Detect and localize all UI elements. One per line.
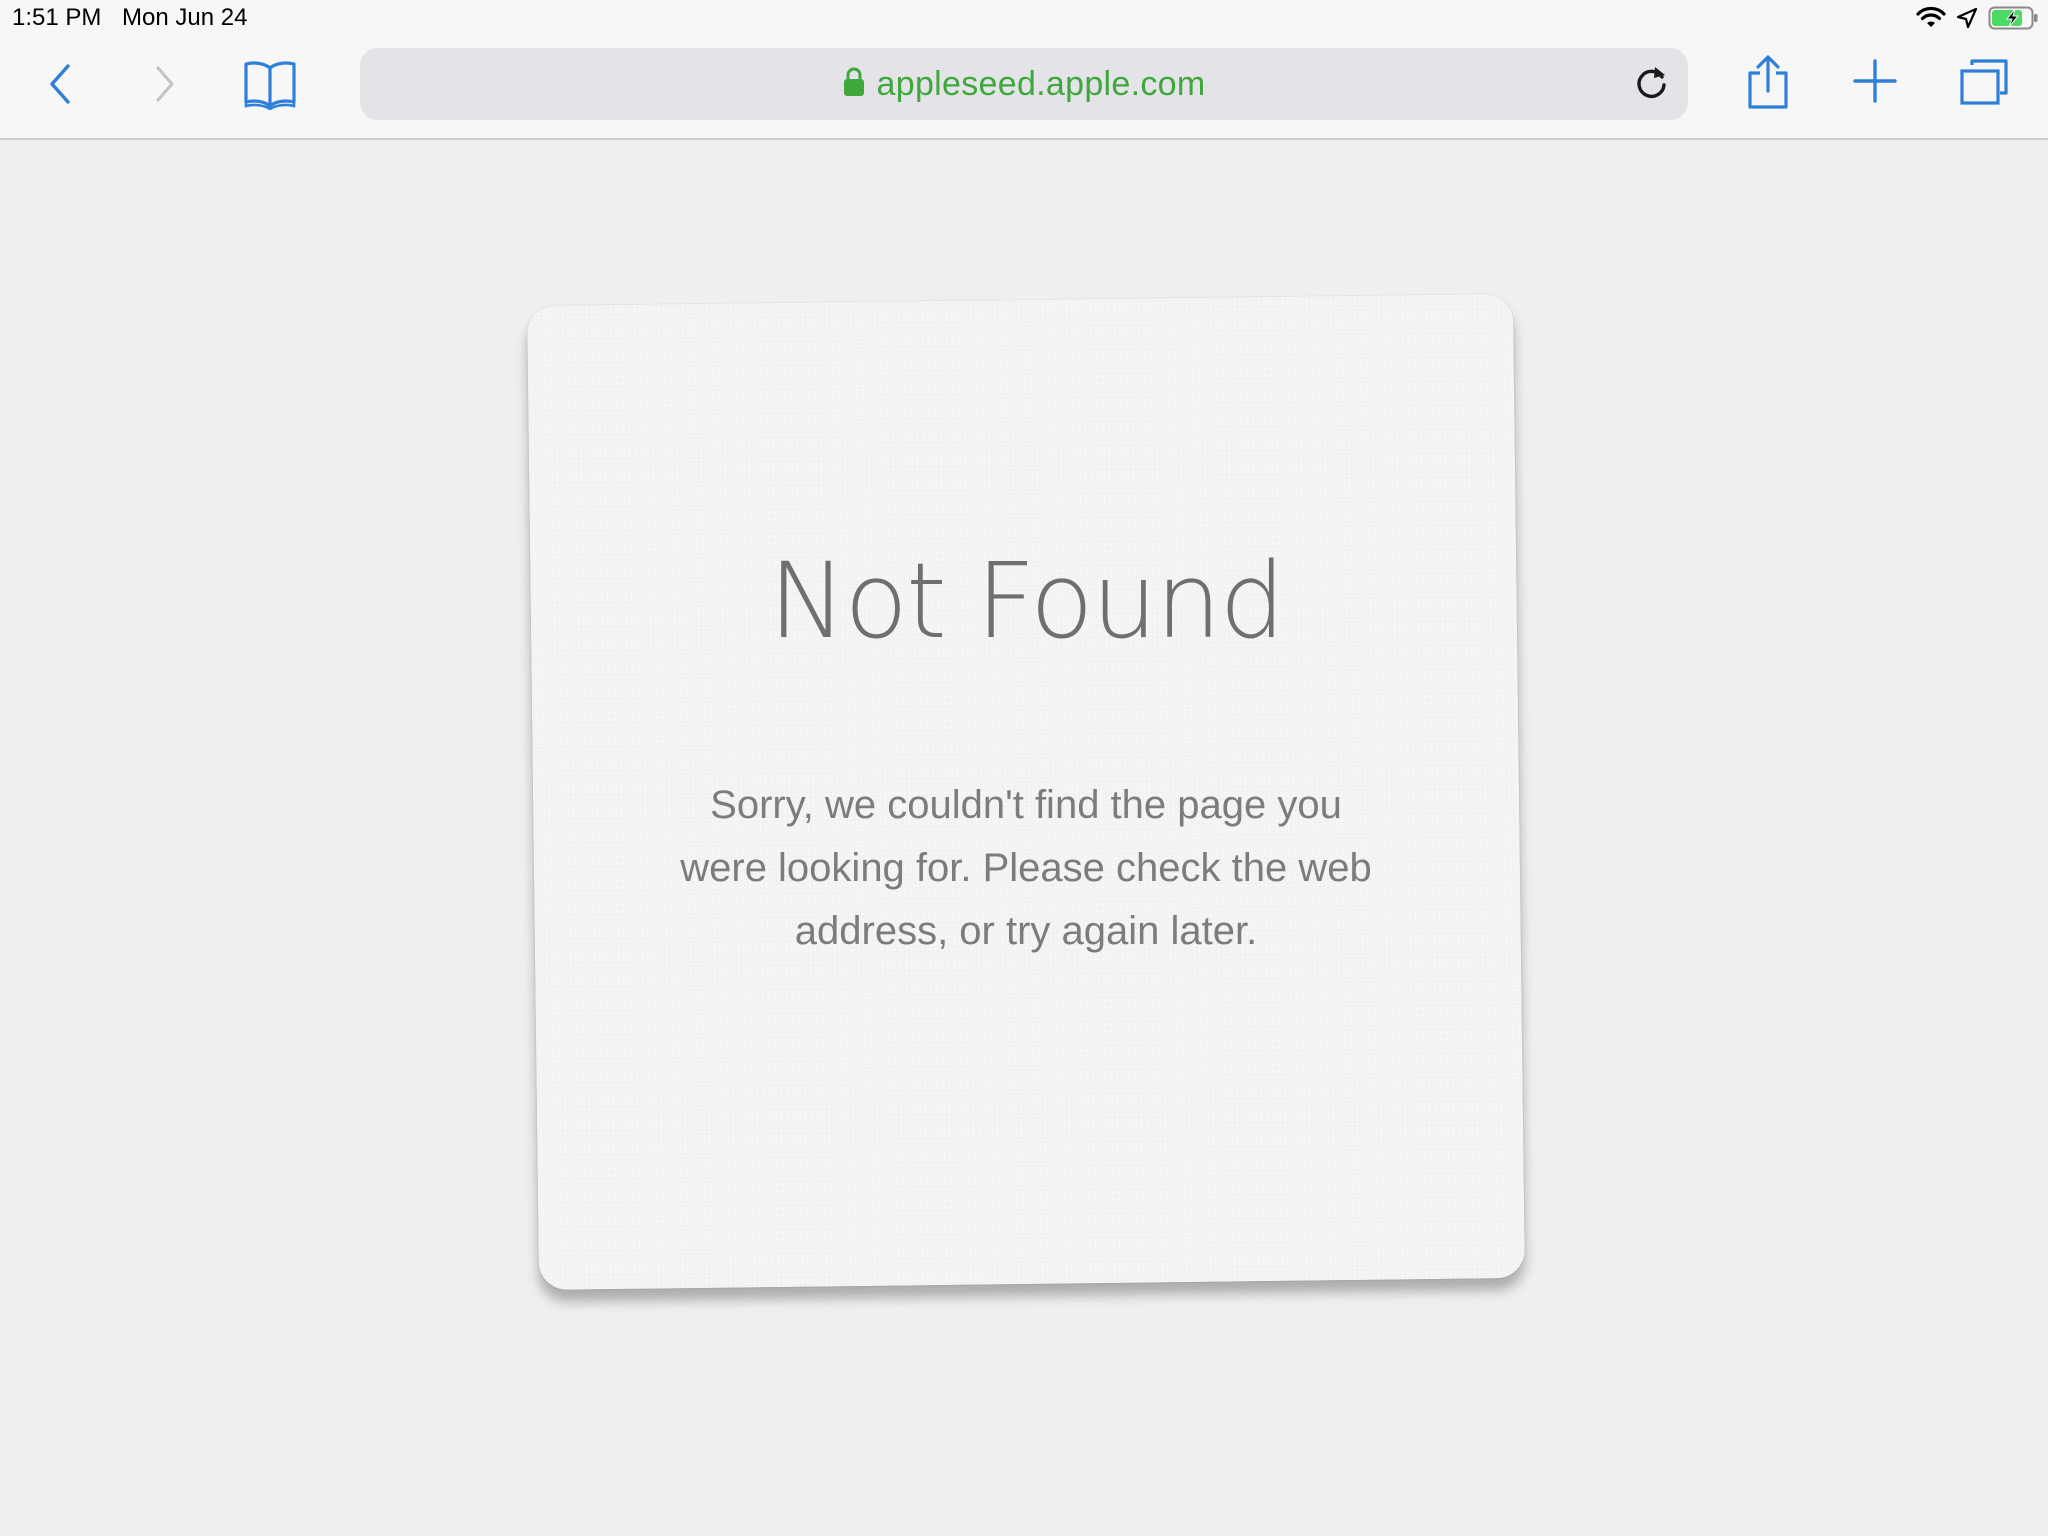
plus-icon (1853, 58, 1897, 108)
page-title: Not Found (768, 540, 1284, 662)
bookmarks-button[interactable] (240, 56, 300, 116)
new-tab-button[interactable] (1850, 58, 1900, 108)
share-icon (1746, 54, 1790, 116)
battery-charging-icon (1988, 5, 2040, 36)
error-message: Sorry, we couldn't find the page you wer… (680, 783, 1372, 953)
location-arrow-icon (1956, 7, 1978, 34)
status-time: 1:51 PM (12, 4, 102, 31)
error-card: Not Found Sorry, we couldn't find the pa… (527, 294, 1525, 1290)
reload-icon (1634, 63, 1670, 106)
tabs-icon (1958, 57, 2010, 112)
chevron-left-icon (46, 62, 74, 111)
tabs-button[interactable] (1956, 56, 2012, 112)
browser-toolbar: appleseed.apple.com (0, 40, 2048, 140)
lock-icon (843, 67, 865, 102)
status-date: Mon Jun 24 (122, 4, 248, 31)
page-content: Not Found Sorry, we couldn't find the pa… (0, 140, 2048, 1536)
wifi-icon (1916, 6, 1946, 35)
address-bar[interactable]: appleseed.apple.com (360, 48, 1688, 120)
open-book-icon (242, 58, 298, 115)
share-button[interactable] (1742, 54, 1794, 116)
chevron-right-icon (152, 62, 180, 111)
back-button[interactable] (36, 62, 84, 110)
reload-button[interactable] (1630, 62, 1674, 106)
forward-button[interactable] (142, 62, 190, 110)
status-icons (1916, 4, 2040, 36)
url-text: appleseed.apple.com (876, 64, 1206, 103)
status-bar: 1:51 PM Mon Jun 24 (0, 0, 2048, 40)
